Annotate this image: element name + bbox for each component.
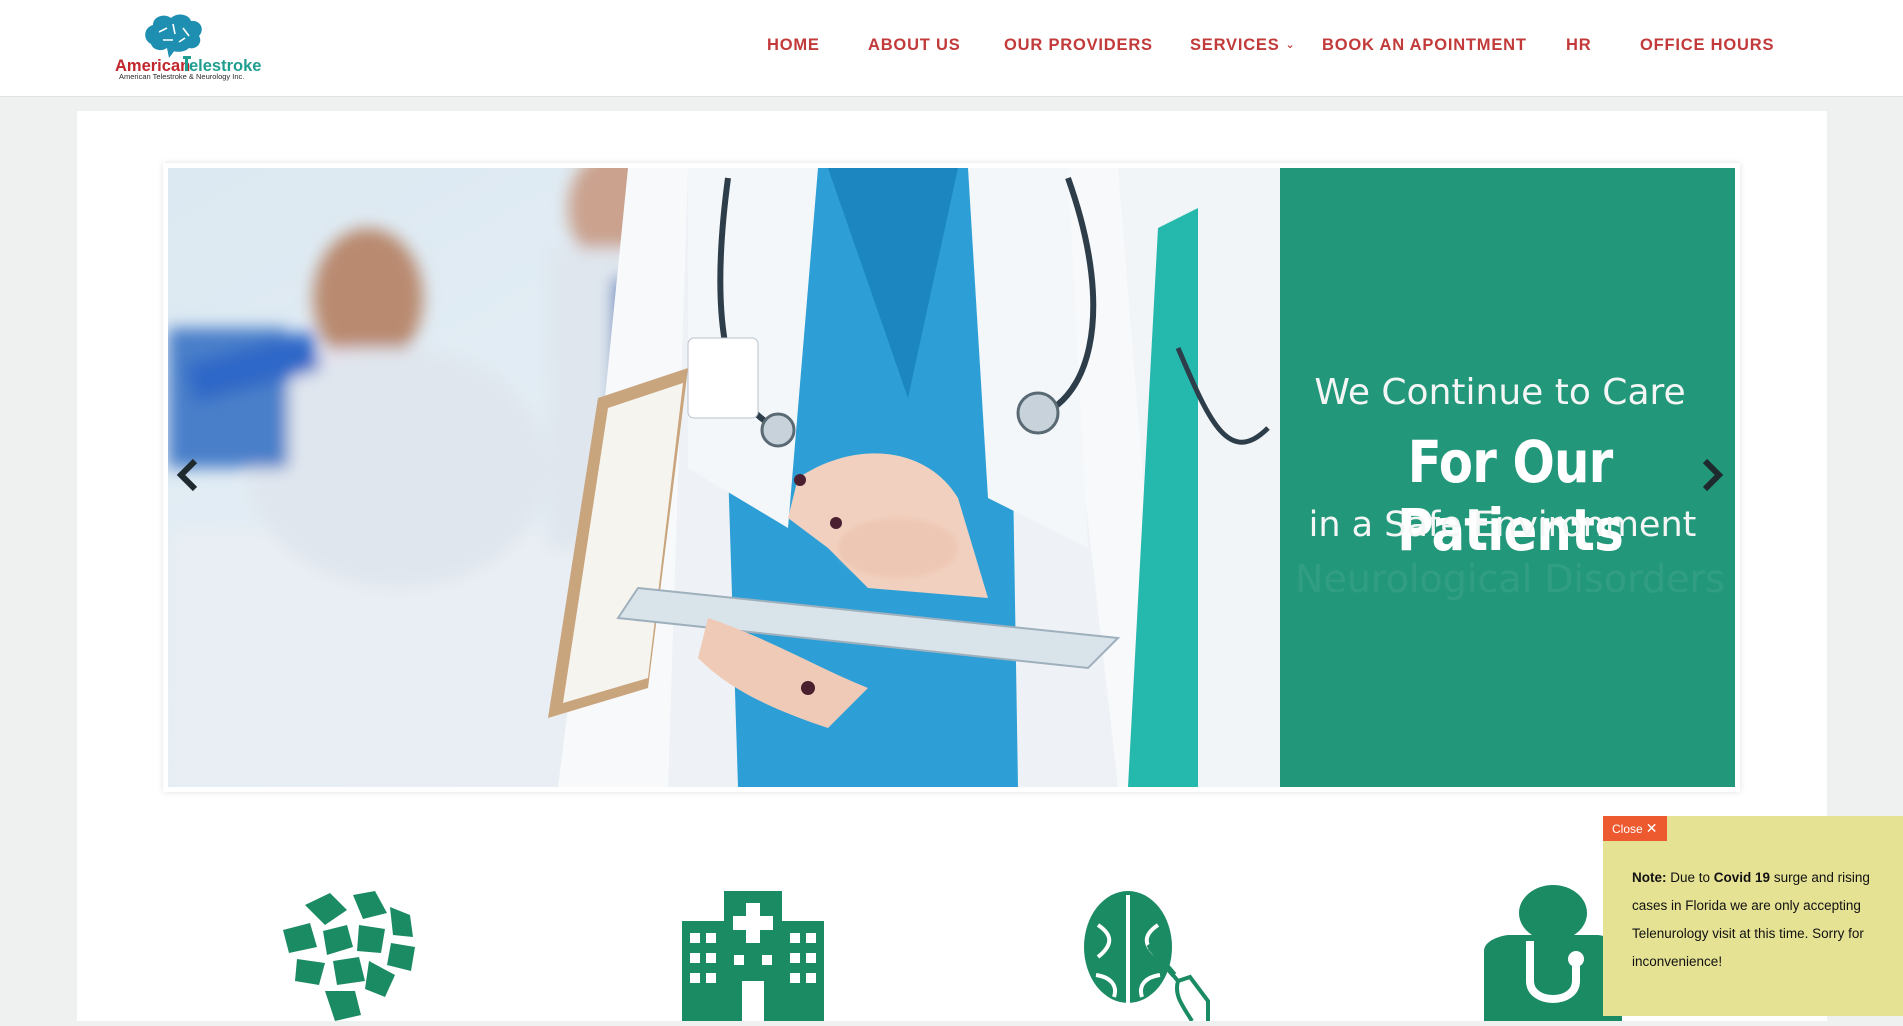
notice-message: Note: Due to Covid 19 surge and rising c… [1632,864,1887,976]
nav-hr[interactable]: HR [1566,36,1591,55]
slider-next-button[interactable] [1697,455,1727,495]
nav-services-label: SERVICES [1190,36,1280,54]
hero-ghost-text: Neurological Disorders [1295,557,1725,601]
brain-puzzle-icon[interactable] [275,885,425,1021]
nav-home[interactable]: HOME [767,36,820,55]
hero-line-3: in a Safe Environment [1308,505,1697,545]
doctors-photo [168,168,1280,787]
main-nav: HOME ABOUT US OUR PROVIDERS SERVICES ⌄ BO… [0,36,1903,60]
hero-slide-photo [168,168,1280,787]
notice-note-label: Note: [1632,870,1667,885]
chevron-left-icon [176,458,198,492]
close-icon: ✕ [1645,820,1658,836]
nav-services[interactable]: SERVICES ⌄ [1190,36,1296,55]
notice-covid-label: Covid 19 [1713,870,1771,885]
notice-close-label: Close [1612,822,1643,836]
notice-text-a: Due to [1666,870,1714,885]
site-header: American elestroke American Telestroke &… [0,0,1903,97]
brain-hand-icon[interactable] [1078,885,1228,1023]
nav-about-us[interactable]: ABOUT US [868,36,961,55]
hospital-icon[interactable] [678,885,828,1021]
logo-tagline: American Telestroke & Neurology Inc. [119,72,245,81]
nav-office-hours[interactable]: OFFICE HOURS [1640,36,1774,55]
chevron-down-icon: ⌄ [1285,39,1296,51]
hero-line-1: We Continue to Care [1314,372,1686,413]
chevron-right-icon [1702,458,1724,492]
nav-our-providers[interactable]: OUR PROVIDERS [1004,36,1153,55]
nav-book-appointment[interactable]: BOOK AN APOINTMENT [1322,36,1527,55]
slider-prev-button[interactable] [173,455,203,495]
notice-close-button[interactable]: Close ✕ [1603,816,1667,841]
